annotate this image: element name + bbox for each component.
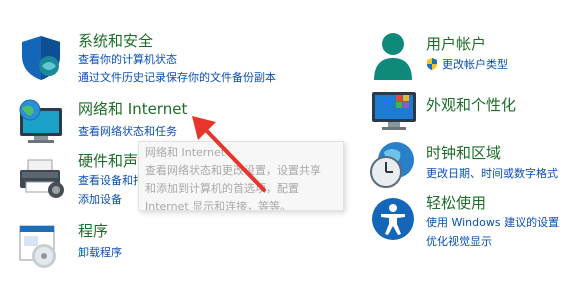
title-clock-region[interactable]: 时钟和区域: [426, 144, 501, 162]
link-view-network-status[interactable]: 查看网络状态和任务: [78, 125, 177, 139]
title-appearance[interactable]: 外观和个性化: [426, 96, 516, 114]
title-network-internet[interactable]: 网络和 Internet: [78, 100, 187, 118]
title-system-security[interactable]: 系统和安全: [78, 32, 153, 50]
link-view-computer-status[interactable]: 查看你的计算机状态: [78, 53, 177, 67]
link-change-date-time[interactable]: 更改日期、时间或数字格式: [426, 167, 558, 181]
link-change-account-type[interactable]: 更改帐户类型: [442, 58, 508, 72]
shield-icon[interactable]: [18, 34, 64, 82]
clock-globe-icon[interactable]: [368, 140, 418, 190]
title-user-accounts[interactable]: 用户帐户: [426, 35, 486, 53]
link-windows-suggested-settings[interactable]: 使用 Windows 建议的设置: [426, 216, 559, 230]
link-uninstall-program[interactable]: 卸载程序: [78, 246, 122, 260]
program-disc-icon[interactable]: [18, 224, 60, 270]
title-programs[interactable]: 程序: [78, 222, 108, 240]
printer-icon[interactable]: [18, 158, 66, 200]
title-ease-of-access[interactable]: 轻松使用: [426, 194, 486, 212]
accessibility-icon[interactable]: [370, 196, 416, 242]
link-file-history-backup[interactable]: 通过文件历史记录保存你的文件备份副本: [78, 71, 276, 85]
monitor-tiles-icon[interactable]: [370, 90, 418, 134]
globe-monitor-icon[interactable]: [16, 98, 68, 144]
red-arrow-icon: [186, 110, 276, 200]
uac-shield-icon: [426, 57, 438, 71]
link-optimize-visual-display[interactable]: 优化视觉显示: [426, 235, 492, 249]
link-add-device[interactable]: 添加设备: [78, 193, 122, 207]
user-icon[interactable]: [370, 30, 416, 82]
